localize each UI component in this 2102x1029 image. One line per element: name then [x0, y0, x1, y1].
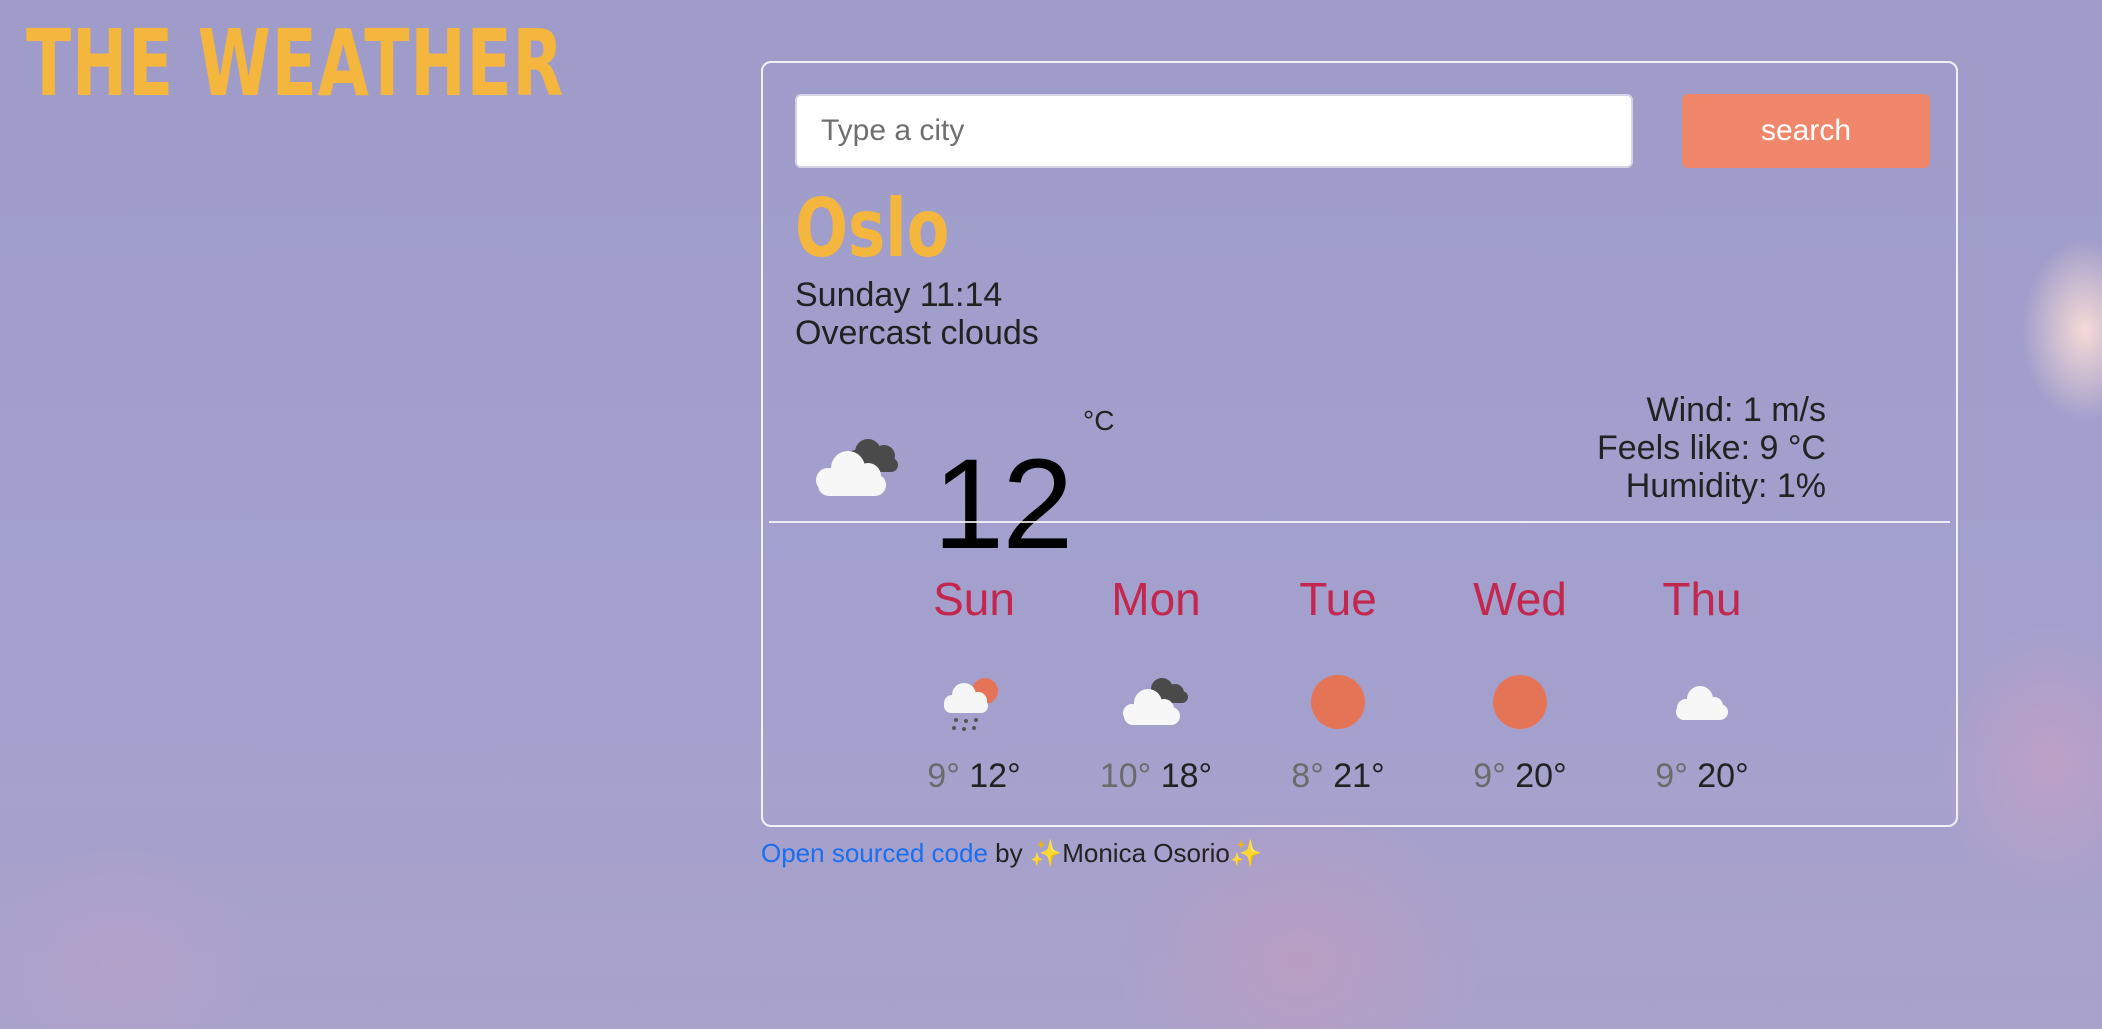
forecast-max: 20° [1697, 757, 1749, 795]
search-button[interactable]: search [1682, 94, 1930, 168]
rain-sun-icon [944, 678, 998, 731]
forecast-day: Tue 8° 21° [1247, 563, 1429, 796]
forecast-max: 18° [1160, 757, 1213, 795]
sun-icon [1493, 675, 1547, 729]
sun-icon [1311, 675, 1365, 729]
forecast-max: 12° [969, 757, 1021, 795]
footer-author: by ✨Monica Osorio✨ [987, 838, 1263, 868]
forecast-min: 9° [927, 757, 960, 795]
source-code-link[interactable]: Open sourced code [761, 838, 988, 868]
weather-card: search Oslo Sunday 11:14 Overcast clouds… [761, 61, 1958, 827]
forecast-temps: 9° 20° [1611, 757, 1793, 796]
city-name: Oslo [795, 182, 950, 275]
forecast-day: Mon 10° 18° [1065, 563, 1247, 796]
feels-like-stat: Feels like: 9 °C [1596, 429, 1826, 467]
forecast-min: 10° [1099, 757, 1152, 795]
forecast-max: 21° [1333, 757, 1385, 795]
cloud-icon [1676, 686, 1728, 720]
forecast-day: Sun 9° 12° [883, 563, 1065, 796]
temperature-unit: °C [1083, 405, 1115, 436]
forecast-day-name: Mon [1111, 573, 1201, 625]
forecast-temps: 8° 21° [1247, 757, 1429, 796]
city-search-input[interactable] [795, 94, 1633, 168]
forecast-day: Wed 9° 20° [1429, 563, 1611, 796]
forecast-temps: 9° 20° [1429, 757, 1611, 796]
forecast-min: 9° [1473, 757, 1506, 795]
forecast-day-name: Tue [1299, 573, 1377, 625]
forecast-min: 8° [1291, 757, 1324, 795]
app-title: THE WEATHER [26, 10, 565, 117]
forecast-temps: 10° 18° [1065, 757, 1247, 796]
broken-clouds-icon [816, 439, 898, 496]
wind-stat: Wind: 1 m/s [1646, 391, 1826, 429]
forecast-day-name: Thu [1662, 573, 1742, 625]
forecast-day-name: Sun [933, 573, 1015, 625]
humidity-stat: Humidity: 1% [1625, 467, 1826, 505]
footer: Open sourced code by ✨Monica Osorio✨ [761, 838, 1262, 869]
forecast-day: Thu 9° 20° [1611, 563, 1793, 796]
weather-stats: Wind: 1 m/s Feels like: 9 °C Humidity: 1… [1597, 391, 1826, 505]
forecast-max: 20° [1515, 757, 1567, 795]
divider [769, 521, 1950, 523]
forecast-day-name: Wed [1473, 573, 1567, 625]
current-temperature: 12 [933, 433, 1073, 576]
forecast-row: Sun 9° 12° Mon 10° 18° Tue 8° 21° Wed 9°… [883, 563, 1793, 863]
weather-description: Overcast clouds [795, 314, 1039, 352]
forecast-min: 9° [1655, 757, 1688, 795]
forecast-temps: 9° 12° [883, 757, 1065, 796]
current-datetime: Sunday 11:14 [795, 276, 1003, 314]
broken-clouds-icon [1123, 678, 1188, 725]
